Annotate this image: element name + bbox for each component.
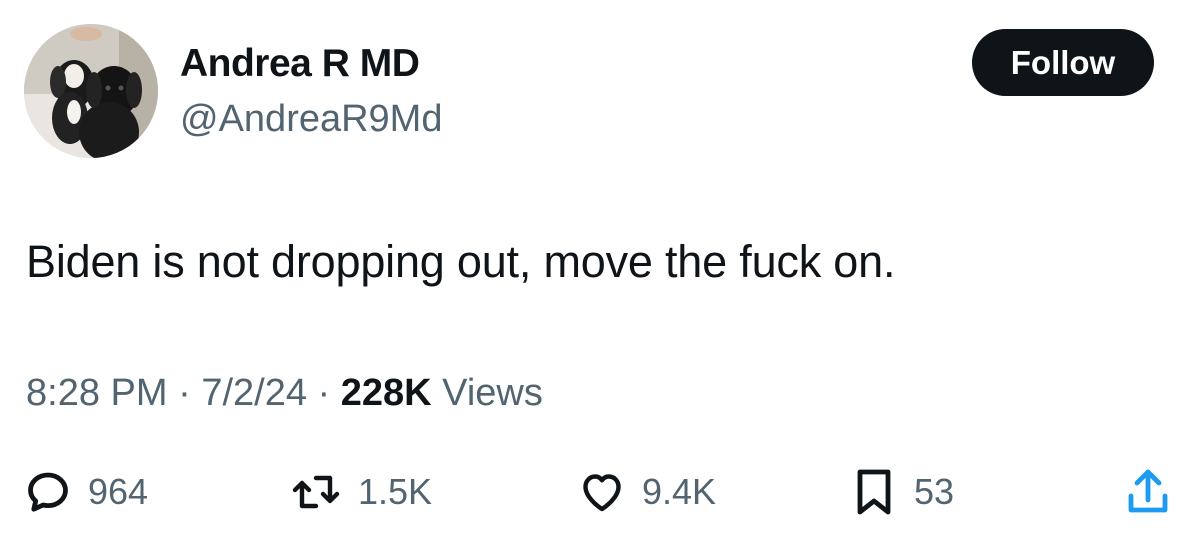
speech-bubble-icon <box>24 468 72 516</box>
retweet-arrows-icon <box>290 468 342 516</box>
avatar-photo-dogs <box>24 24 158 158</box>
meta-separator: · <box>178 372 191 414</box>
bookmark-icon <box>850 466 898 518</box>
tweet-date[interactable]: 7/2/24 <box>201 372 307 414</box>
tweet-text: Biden is not dropping out, move the fuck… <box>26 236 896 287</box>
user-display-name[interactable]: Andrea R MD <box>180 42 420 86</box>
user-handle[interactable]: @AndreaR9Md <box>180 98 442 141</box>
avatar[interactable] <box>24 24 158 158</box>
reply-count: 964 <box>88 471 149 512</box>
share-upload-icon <box>1124 466 1172 518</box>
views-label: Views <box>442 372 543 414</box>
retweet-count: 1.5K <box>358 471 433 512</box>
reply-button[interactable]: 964 <box>24 462 148 522</box>
heart-icon <box>578 468 626 516</box>
views-count: 228K <box>340 372 432 414</box>
bookmark-count: 53 <box>914 471 955 512</box>
tweet-time[interactable]: 8:28 PM <box>26 372 168 414</box>
follow-button[interactable]: Follow <box>972 29 1154 96</box>
tweet-meta: 8:28 PM · 7/2/24 · 228K Views <box>26 372 543 415</box>
bookmark-button[interactable]: 53 <box>850 462 954 522</box>
action-bar: 964 1.5K 9.4K 53 <box>0 462 1200 522</box>
like-button[interactable]: 9.4K <box>578 462 716 522</box>
meta-separator: · <box>317 372 331 414</box>
like-count: 9.4K <box>642 471 717 512</box>
share-button[interactable] <box>1124 462 1172 522</box>
retweet-button[interactable]: 1.5K <box>290 462 432 522</box>
